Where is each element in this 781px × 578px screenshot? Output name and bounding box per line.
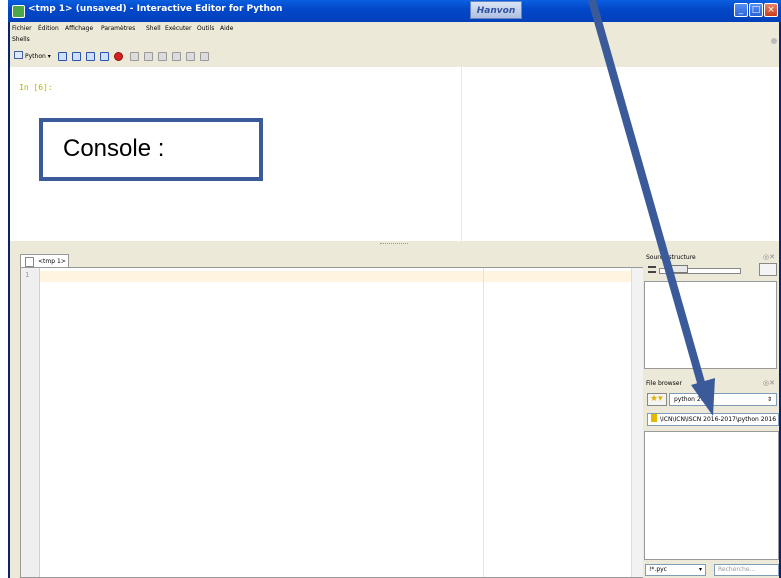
source-structure-tree[interactable] <box>644 281 777 369</box>
editor-scrollbar[interactable] <box>631 268 643 577</box>
path-value: \ICN\ICN\ISCN 2016-2017\python 2016 <box>660 416 777 423</box>
close-button[interactable]: × <box>764 3 778 17</box>
shells-panel-title: Shells <box>12 36 30 43</box>
console-right-pane[interactable] <box>462 67 779 241</box>
menu-fichier[interactable]: Fichier <box>12 25 32 32</box>
title-bar[interactable]: <tmp 1> (unsaved) - Interactive Editor f… <box>8 0 781 22</box>
source-structure-close-icon[interactable]: ◎✕ <box>763 253 775 261</box>
panel-options-icon[interactable] <box>771 38 777 44</box>
menu-outils[interactable]: Outils <box>197 25 214 32</box>
open-file-icon[interactable] <box>72 52 81 61</box>
save-icon[interactable] <box>86 52 95 61</box>
filter-dropdown-icon: ▾ <box>698 566 702 573</box>
callout-text: Console : <box>63 135 165 162</box>
star-bookmark-icon[interactable]: ★▾ <box>647 393 667 406</box>
stop-icon[interactable] <box>114 52 123 61</box>
clear-icon[interactable] <box>100 52 109 61</box>
path-field[interactable]: \ICN\ICN\ISCN 2016-2017\python 2016 <box>647 413 779 426</box>
console-callout: Console : <box>39 118 263 181</box>
file-list[interactable] <box>644 431 779 560</box>
window-title: <tmp 1> (unsaved) - Interactive Editor f… <box>28 4 283 14</box>
file-icon <box>25 257 34 267</box>
file-filter-value: !*.pyc <box>649 566 667 573</box>
file-search-input[interactable]: Recherche... <box>714 564 779 576</box>
python-icon <box>14 51 23 59</box>
menu-edition[interactable]: Édition <box>38 25 59 32</box>
new-shell-icon[interactable] <box>58 52 67 61</box>
minimize-button[interactable]: _ <box>734 3 748 17</box>
edge-guide-line <box>483 268 484 577</box>
code-editor[interactable]: 1 <box>20 267 643 578</box>
menu-lines-icon[interactable] <box>648 266 656 273</box>
menu-bar: Fichier Édition Affichage Paramètres She… <box>10 22 779 35</box>
chevron-updown-icon: ⇕ <box>766 396 772 403</box>
line-number: 1 <box>25 271 30 279</box>
python-shell-dropdown[interactable]: Python ▾ <box>14 51 51 62</box>
splitter-grip[interactable] <box>380 243 408 246</box>
current-line-highlight <box>40 271 631 282</box>
menu-shell[interactable]: Shell <box>146 25 161 32</box>
shell-toolbar: Python ▾ <box>10 49 779 64</box>
folder-up-icon[interactable] <box>651 414 657 422</box>
editor-tab[interactable]: <tmp 1> <box>20 254 69 267</box>
file-browser-close-icon[interactable]: ◎✕ <box>763 379 775 387</box>
line-number-gutter: 1 <box>21 268 40 577</box>
file-browser-title: File browser <box>646 380 682 387</box>
debug-icon[interactable] <box>130 52 139 61</box>
hanvon-button[interactable]: Hanvon <box>470 1 522 19</box>
stop-debug-icon[interactable] <box>186 52 195 61</box>
directory-combo[interactable]: python 2016 ⇕ <box>669 393 777 406</box>
app-icon <box>12 5 25 18</box>
step-out-icon[interactable] <box>172 52 181 61</box>
source-structure-title: Source structure <box>646 254 696 261</box>
menu-aide[interactable]: Aide <box>220 25 233 32</box>
menu-affichage[interactable]: Affichage <box>65 25 93 32</box>
menu-parametres[interactable]: Paramètres <box>101 25 135 32</box>
structure-filter-button[interactable] <box>759 263 777 276</box>
console-prompt: In [6]: <box>19 83 53 92</box>
menu-executer[interactable]: Exécuter <box>165 25 191 32</box>
stack-icon[interactable] <box>200 52 209 61</box>
file-filter-combo[interactable]: !*.pyc ▾ <box>645 564 706 576</box>
step-icon[interactable] <box>144 52 153 61</box>
editor-tab-label: <tmp 1> <box>38 258 66 265</box>
step-over-icon[interactable] <box>158 52 167 61</box>
slider-handle[interactable] <box>667 265 688 273</box>
python-dropdown-label: Python <box>25 53 46 60</box>
directory-value: python 2016 <box>674 396 713 403</box>
maximize-button[interactable]: □ <box>749 3 763 17</box>
